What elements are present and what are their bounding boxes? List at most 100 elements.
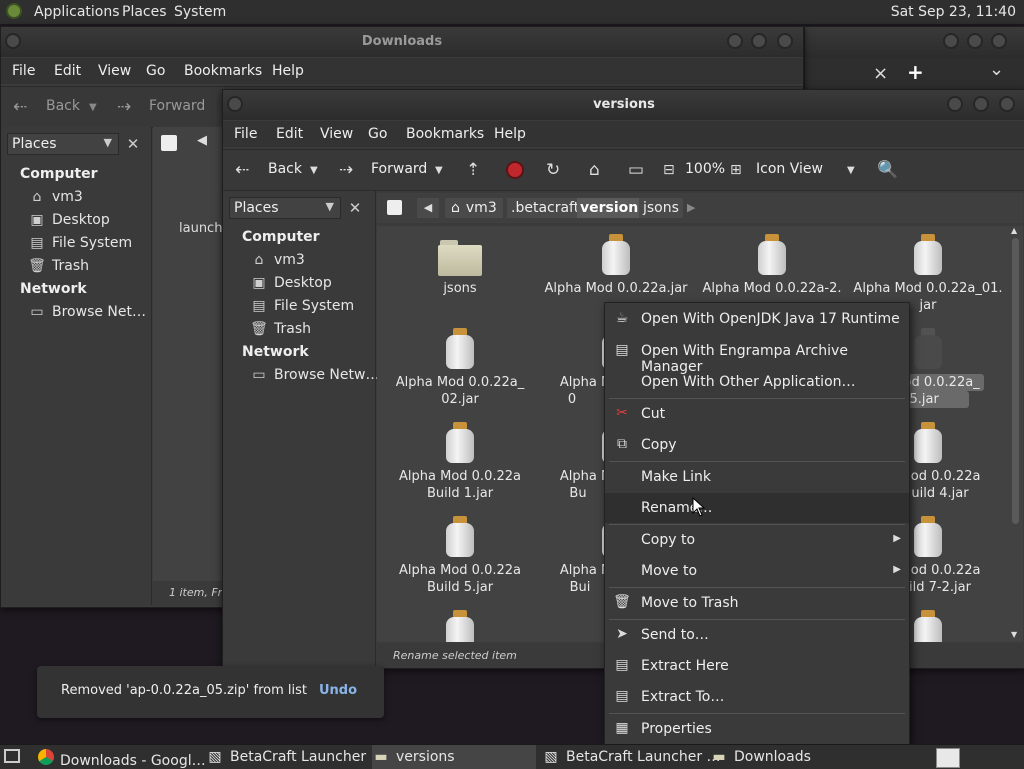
file-item[interactable]: Alpha Mod 0.0.22a Build 1.jar <box>385 422 535 502</box>
menu-view[interactable]: View <box>98 63 131 79</box>
show-desktop-icon[interactable] <box>4 749 20 763</box>
back-history-icon[interactable]: ▼ <box>310 165 318 176</box>
sidebar-item-filesystem[interactable]: ▤ File System <box>28 235 132 251</box>
file-item[interactable] <box>385 610 535 642</box>
taskbar-item-chrome-downloads[interactable]: Downloads - Googl… <box>38 745 206 769</box>
close-sidebar-icon[interactable]: ✕ <box>123 134 143 154</box>
forward-history-icon[interactable]: ▼ <box>435 165 443 176</box>
path-back-icon[interactable]: ◀ <box>417 198 439 218</box>
view-mode-select[interactable]: Icon View <box>756 161 823 177</box>
places-selector[interactable]: Places ▼ <box>7 133 119 155</box>
menu-go[interactable]: Go <box>146 63 165 79</box>
reload-icon[interactable]: ↻ <box>546 160 560 180</box>
close-tab-icon[interactable]: × <box>873 63 888 84</box>
back-button[interactable]: Back <box>46 98 80 114</box>
menu-rename[interactable]: Rename… <box>605 493 909 523</box>
menu-go[interactable]: Go <box>368 126 387 142</box>
taskbar-item-betacraft-2[interactable]: ▧ BetaCraft Launcher … <box>542 745 720 769</box>
path-forward-icon[interactable]: ▶ <box>687 198 695 218</box>
maximize-button[interactable] <box>967 33 983 49</box>
stop-icon[interactable] <box>506 161 524 179</box>
back-button[interactable]: Back <box>268 161 302 177</box>
zoom-in-icon[interactable]: ⊞ <box>730 162 742 178</box>
back-history-icon[interactable]: ▼ <box>89 102 97 113</box>
undo-button[interactable]: Undo <box>319 683 357 698</box>
folder-item[interactable]: jsons <box>385 236 535 297</box>
close-button[interactable] <box>999 96 1015 112</box>
taskbar-item-downloads[interactable]: ▬ Downloads <box>710 745 874 769</box>
sidebar-item-trash[interactable]: 🗑 Trash <box>28 258 89 274</box>
edit-location-icon[interactable] <box>161 135 177 151</box>
workspace-switcher[interactable] <box>936 748 960 768</box>
sidebar-item-vm3[interactable]: ⌂ vm3 <box>28 189 83 205</box>
places-selector[interactable]: Places ▼ <box>229 197 341 219</box>
file-item[interactable]: Alpha Mod 0.0.22a-2. <box>697 234 847 297</box>
menu-open-with-other[interactable]: Open With Other Application… <box>605 367 909 397</box>
zoom-out-icon[interactable]: ⊟ <box>663 162 675 178</box>
menu-help[interactable]: Help <box>272 63 304 79</box>
sidebar-item-trash[interactable]: 🗑 Trash <box>250 321 311 337</box>
menu-bookmarks[interactable]: Bookmarks <box>406 126 484 142</box>
new-tab-icon[interactable]: + <box>907 60 924 84</box>
minimize-button[interactable] <box>943 33 959 49</box>
sidebar-item-desktop[interactable]: ▣ Desktop <box>28 212 109 228</box>
menu-edit[interactable]: Edit <box>54 63 81 79</box>
menu-help[interactable]: Help <box>494 126 526 142</box>
home-icon[interactable]: ⌂ <box>589 160 600 180</box>
file-item[interactable]: Alpha Mod 0.0.22a_ 02.jar <box>385 328 535 408</box>
close-button[interactable] <box>777 33 793 49</box>
minimize-button[interactable] <box>727 33 743 49</box>
minimize-button[interactable] <box>947 96 963 112</box>
chevron-down-icon[interactable]: ▼ <box>847 165 855 176</box>
scrollbar[interactable]: ▲ ▼ <box>1011 226 1021 642</box>
places-menu[interactable]: Places <box>122 4 167 20</box>
forward-button[interactable]: Forward <box>149 98 205 114</box>
back-arrow-icon[interactable]: ⇠ <box>235 160 249 180</box>
menu-properties[interactable]: ▦ Properties <box>605 714 909 744</box>
tab-list-icon[interactable]: ⌄ <box>989 59 1004 80</box>
breadcrumb-jsons[interactable]: jsons <box>639 198 683 218</box>
taskbar-item-betacraft-1[interactable]: ▧ BetaCraft Launcher … <box>206 745 384 769</box>
file-item[interactable]: Alpha Mod 0.0.22a Build 5.jar <box>385 516 535 596</box>
forward-arrow-icon[interactable]: ⇢ <box>117 97 131 117</box>
sidebar-item-browse-network[interactable]: ▭ Browse Net… <box>28 304 146 320</box>
applications-menu[interactable]: Applications <box>34 4 120 20</box>
breadcrumb-betacraft[interactable]: .betacraft <box>507 198 584 218</box>
close-button[interactable] <box>991 33 1007 49</box>
menu-open-with-engrampa[interactable]: ▤ Open With Engrampa Archive Manager <box>605 336 909 375</box>
up-icon[interactable]: ⇡ <box>466 160 480 180</box>
menu-copy-to[interactable]: Copy to ▶ <box>605 525 909 555</box>
sidebar-item-vm3[interactable]: ⌂ vm3 <box>250 252 305 268</box>
menu-cut[interactable]: ✂ Cut <box>605 399 909 429</box>
computer-icon[interactable]: ▭ <box>628 160 644 180</box>
file-item[interactable]: Alpha Mod 0.0.22a.jar <box>541 234 691 297</box>
menu-view[interactable]: View <box>320 126 353 142</box>
menu-file[interactable]: File <box>234 126 257 142</box>
close-sidebar-icon[interactable]: ✕ <box>345 198 365 218</box>
menu-copy[interactable]: ⧉ Copy <box>605 430 909 460</box>
menu-make-link[interactable]: Make Link <box>605 462 909 492</box>
menu-send-to[interactable]: ➤ Send to… <box>605 620 909 650</box>
menu-extract-here[interactable]: ▤ Extract Here <box>605 651 909 681</box>
menu-move-to-trash[interactable]: 🗑 Move to Trash <box>605 588 909 618</box>
scroll-thumb[interactable] <box>1012 238 1019 524</box>
menu-extract-to[interactable]: ▤ Extract To… <box>605 682 909 712</box>
maximize-button[interactable] <box>751 33 767 49</box>
search-icon[interactable]: 🔍 <box>877 160 898 180</box>
breadcrumb-vm3[interactable]: ⌂ vm3 <box>445 198 503 218</box>
path-back-icon[interactable]: ◀ <box>197 133 207 148</box>
zoom-level[interactable]: 100% <box>685 161 725 177</box>
forward-button[interactable]: Forward <box>371 161 427 177</box>
scroll-down-icon[interactable]: ▼ <box>1011 630 1017 639</box>
menu-bookmarks[interactable]: Bookmarks <box>184 63 262 79</box>
mate-logo-icon[interactable] <box>6 3 22 19</box>
maximize-button[interactable] <box>973 96 989 112</box>
scroll-up-icon[interactable]: ▲ <box>1011 226 1017 235</box>
sidebar-item-desktop[interactable]: ▣ Desktop <box>250 275 331 291</box>
forward-arrow-icon[interactable]: ⇢ <box>339 160 353 180</box>
menu-move-to[interactable]: Move to ▶ <box>605 556 909 586</box>
edit-location-icon[interactable] <box>387 200 402 215</box>
system-menu[interactable]: System <box>174 4 226 20</box>
menu-open-with-java[interactable]: ☕ Open With OpenJDK Java 17 Runtime <box>605 304 909 334</box>
menu-edit[interactable]: Edit <box>276 126 303 142</box>
